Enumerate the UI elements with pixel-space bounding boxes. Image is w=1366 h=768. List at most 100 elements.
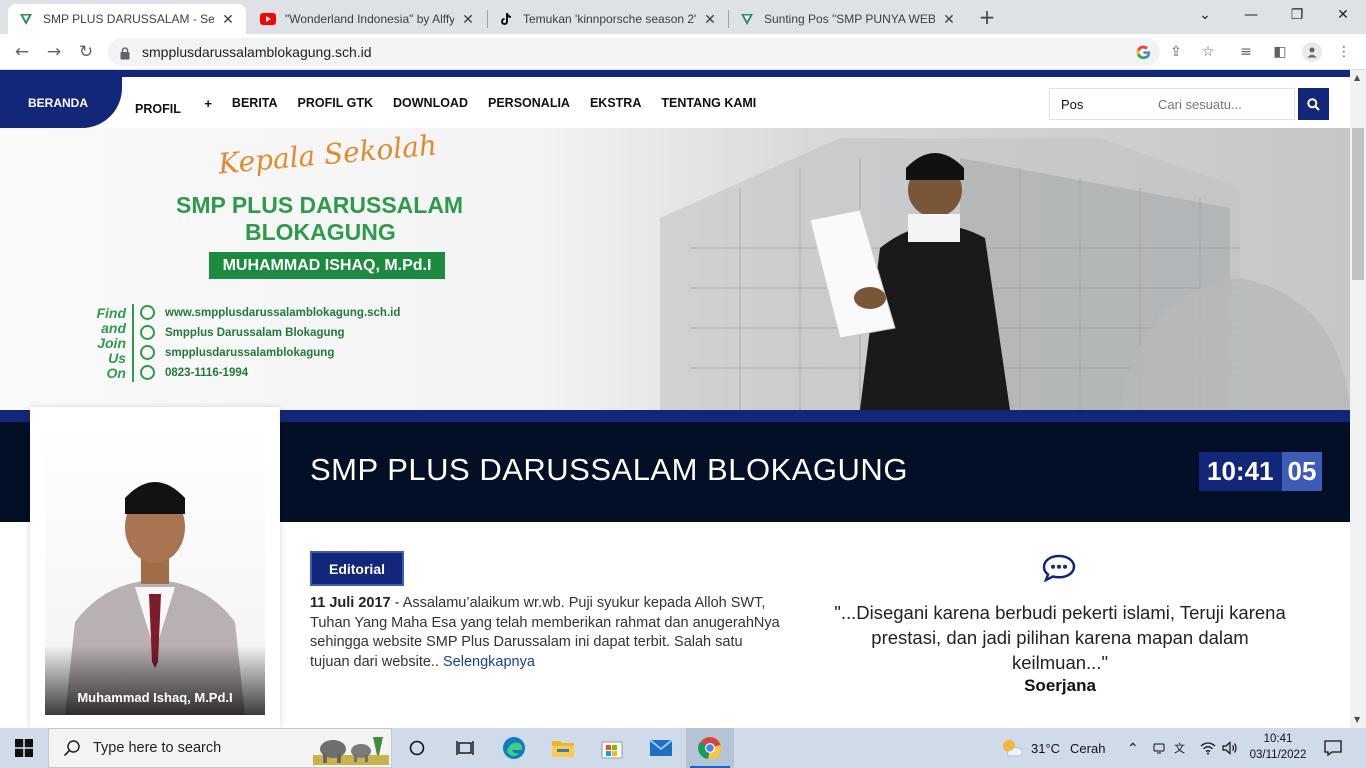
digital-clock: 10:41 05 [1199, 452, 1323, 491]
browser-tab-active[interactable]: SMP PLUS DARUSSALAM - Sekolah ✕ [8, 4, 246, 34]
nav-item-profil-gtk[interactable]: PROFIL GTK [298, 96, 373, 116]
banner-school-location: BLOKAGUNG [245, 219, 396, 245]
weather-description: Cerah [1070, 740, 1106, 756]
meet-now-icon[interactable] [1152, 728, 1166, 768]
reload-icon[interactable]: ↻ [74, 40, 98, 64]
search-icon [63, 740, 80, 757]
share-icon[interactable]: ⇪ [1166, 42, 1186, 62]
more-menu-icon[interactable]: ⋮ [1334, 42, 1354, 62]
search-scope-label[interactable]: Pos [1061, 97, 1083, 112]
whatsapp-icon [140, 365, 155, 380]
clock-seconds: 05 [1281, 452, 1323, 491]
instagram-icon [140, 345, 155, 360]
show-hidden-icons-chevron[interactable]: ⌃ [1127, 728, 1139, 768]
close-tab-icon[interactable]: ✕ [460, 11, 476, 27]
elephants-search-highlight-icon [313, 737, 389, 765]
site-search-box: Pos [1049, 88, 1295, 120]
system-date: 03/11/2022 [1249, 749, 1307, 761]
page-scrollbar[interactable]: ▲ ▼ [1350, 70, 1366, 728]
nav-item-berita[interactable]: BERITA [232, 96, 278, 116]
chrome-taskbar-icon[interactable] [686, 728, 734, 768]
banner-school-name: SMP PLUS DARUSSALAM [176, 192, 464, 218]
tab-title: Sunting Pos "SMP PUNYA WEBSITE" [764, 12, 935, 26]
notifications-icon[interactable] [1324, 728, 1342, 768]
file-explorer-icon[interactable] [539, 728, 587, 768]
browser-tab[interactable]: "Wonderland Indonesia" by Alffy ✕ [250, 4, 486, 34]
browser-toolbar: ← → ↻ smpplusdarussalamblokagung.sch.id … [0, 34, 1366, 70]
search-icon [1307, 97, 1320, 111]
contact-whatsapp: 0823-1116-1994 [140, 365, 248, 380]
system-clock[interactable]: 10:41 03/11/2022 [1246, 731, 1310, 763]
principal-photo-card: Muhammad Ishaq, M.Pd.I [30, 407, 280, 728]
ime-language-icon[interactable]: ⽂ [1174, 728, 1185, 768]
divider [132, 304, 134, 382]
scroll-down-arrow-icon[interactable]: ▼ [1354, 715, 1360, 724]
close-tab-icon[interactable]: ✕ [220, 11, 236, 27]
nav-home-button[interactable]: BERANDA [0, 77, 122, 128]
address-bar[interactable]: smpplusdarussalamblokagung.sch.id [108, 38, 1160, 66]
editorial-date: 11 Juli 2017 [310, 595, 391, 611]
facebook-icon [140, 325, 155, 340]
mail-icon[interactable] [637, 728, 685, 768]
nav-item-tentang-kami[interactable]: TENTANG KAMI [661, 96, 756, 116]
site-search-input[interactable] [1158, 94, 1290, 114]
lock-icon [120, 45, 130, 64]
volume-icon[interactable] [1222, 728, 1238, 768]
forward-arrow-icon[interactable]: → [42, 40, 66, 64]
site-logo-icon [739, 11, 755, 27]
tab-search-chevron-icon[interactable]: ⌄ [1182, 0, 1228, 30]
close-tab-icon[interactable]: ✕ [702, 11, 718, 27]
restore-button[interactable]: ❐ [1274, 0, 1320, 30]
google-translate-icon[interactable] [1134, 43, 1152, 61]
windows-logo-icon [15, 739, 33, 757]
nav-menu: PROFIL + BERITA PROFIL GTK DOWNLOAD PERS… [135, 96, 776, 116]
task-view-icon[interactable] [441, 728, 489, 768]
scroll-up-arrow-icon[interactable]: ▲ [1354, 73, 1360, 82]
back-arrow-icon[interactable]: ← [10, 40, 34, 64]
microsoft-store-icon[interactable] [588, 728, 636, 768]
browser-tab[interactable]: Temukan 'kinnporsche season 2' ✕ [488, 4, 728, 34]
scrollbar-thumb[interactable] [1352, 128, 1364, 280]
editorial-badge: Editorial [310, 551, 404, 586]
nav-item-personalia[interactable]: PERSONALIA [488, 96, 570, 116]
nav-item-ekstra[interactable]: EKSTRA [590, 96, 641, 116]
read-more-link[interactable]: Selengkapnya [443, 654, 535, 670]
bookmark-star-icon[interactable]: ☆ [1198, 42, 1218, 62]
quote-author: Soerjana [1024, 676, 1096, 695]
clock-hours-minutes: 10:41 [1199, 452, 1282, 491]
page-title: SMP PLUS DARUSSALAM BLOKAGUNG [310, 452, 908, 487]
close-window-button[interactable]: ✕ [1320, 0, 1366, 30]
site-logo-icon [18, 11, 34, 27]
browser-tab[interactable]: Sunting Pos "SMP PUNYA WEBSITE" ✕ [729, 4, 967, 34]
side-panel-icon[interactable]: ◧ [1270, 42, 1290, 62]
hero-banner: Kepala Sekolah SMP PLUS DARUSSALAM BLOKA… [0, 128, 1350, 410]
editorial-excerpt: 11 Juli 2017 - Assalamu’alaikum wr.wb. P… [310, 594, 780, 672]
tab-title: SMP PLUS DARUSSALAM - Sekolah [43, 12, 214, 26]
chat-bubble-icon [1042, 554, 1076, 586]
media-queue-icon[interactable]: ≡ [1236, 42, 1256, 62]
school-building-image [660, 138, 1350, 410]
wifi-icon[interactable] [1200, 728, 1216, 768]
search-submit-button[interactable] [1298, 88, 1329, 120]
url-text: smpplusdarussalamblokagung.sch.id [142, 44, 372, 60]
youtube-icon [260, 11, 276, 27]
taskbar-search-placeholder: Type here to search [93, 740, 222, 756]
taskbar-search-box[interactable]: Type here to search [48, 728, 392, 768]
cortana-icon[interactable] [393, 728, 441, 768]
windows-taskbar: Type here to search 31°C Cerah ⌃ ⽂ 10:41… [0, 728, 1366, 768]
nav-item-download[interactable]: DOWNLOAD [393, 96, 468, 116]
nav-item-profil[interactable]: PROFIL + [135, 96, 212, 116]
globe-icon [140, 305, 155, 320]
contact-facebook: Smpplus Darussalam Blokagung [140, 325, 345, 340]
principal-photo: Muhammad Ishaq, M.Pd.I [45, 422, 265, 715]
profile-avatar-icon[interactable] [1302, 42, 1322, 62]
weather-widget[interactable]: 31°C Cerah [1000, 728, 1105, 768]
edge-browser-icon[interactable] [490, 728, 538, 768]
new-tab-button[interactable]: + [976, 5, 998, 29]
system-time: 10:41 [1263, 733, 1293, 745]
weather-temperature: 31°C [1031, 740, 1061, 756]
contact-website: www.smpplusdarussalamblokagung.sch.id [140, 305, 400, 320]
windows-start-button[interactable] [0, 728, 48, 768]
minimize-button[interactable]: — [1228, 0, 1274, 30]
close-tab-icon[interactable]: ✕ [941, 11, 957, 27]
